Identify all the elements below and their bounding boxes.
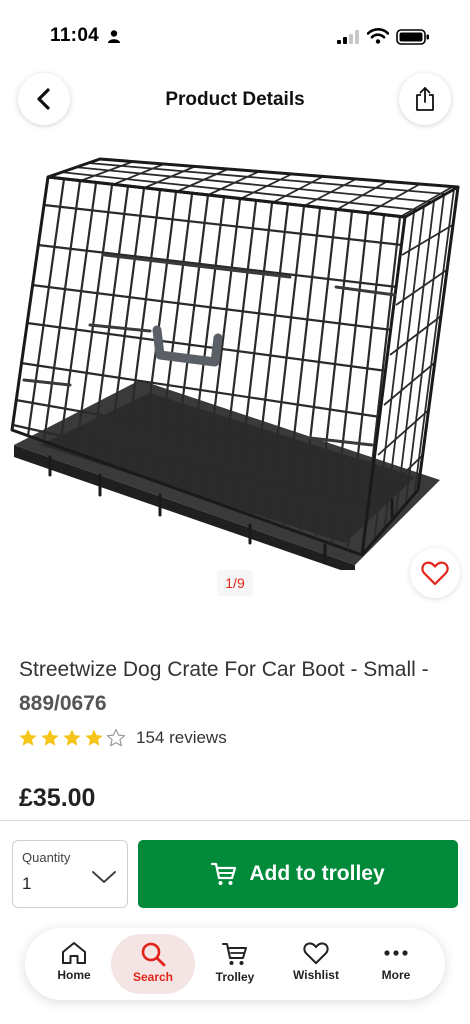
quantity-value: 1 xyxy=(22,874,32,893)
nav-home[interactable]: Home xyxy=(32,934,116,994)
rating[interactable]: 154 reviews xyxy=(18,727,227,749)
star-filled-icon xyxy=(63,729,81,746)
bottom-nav: Home Search Trolley Wishlist More xyxy=(25,928,445,1000)
nav-more[interactable]: More xyxy=(354,934,438,994)
star-rating xyxy=(18,728,126,748)
review-count[interactable]: 154 reviews xyxy=(136,728,227,748)
product-title-separator: - xyxy=(415,658,429,681)
star-filled-icon xyxy=(19,729,37,746)
chevron-down-icon xyxy=(92,871,116,883)
add-to-trolley-button[interactable]: Add to trolley xyxy=(138,840,458,908)
share-button[interactable] xyxy=(399,73,451,125)
battery-icon xyxy=(396,29,429,45)
star-filled-icon xyxy=(85,729,103,746)
product-code: 889/0676 xyxy=(19,692,107,715)
nav-search[interactable]: Search xyxy=(111,934,195,994)
heart-icon xyxy=(421,561,449,586)
add-to-wishlist-button[interactable] xyxy=(410,548,460,598)
nav-more-label: More xyxy=(381,968,411,982)
header: Product Details xyxy=(0,70,470,130)
quantity-label: Quantity xyxy=(22,850,71,865)
quantity-select[interactable]: Quantity 1 xyxy=(12,840,128,908)
person-icon xyxy=(108,30,120,43)
price: £35.00 xyxy=(19,784,96,812)
product-name: Streetwize Dog Crate For Car Boot - Smal… xyxy=(19,658,416,681)
nav-home-label: Home xyxy=(57,968,91,982)
more-icon xyxy=(384,950,408,956)
home-icon xyxy=(62,942,86,964)
divider xyxy=(0,820,470,821)
share-icon xyxy=(416,87,434,111)
nav-wishlist[interactable]: Wishlist xyxy=(274,934,358,994)
heart-icon xyxy=(303,942,329,965)
status-bar: 11:04 xyxy=(0,0,470,64)
image-counter: 1/9 xyxy=(217,570,253,596)
nav-trolley-label: Trolley xyxy=(215,970,255,984)
star-filled-icon xyxy=(41,729,59,746)
status-time: 11:04 xyxy=(50,25,100,46)
nav-trolley[interactable]: Trolley xyxy=(193,934,277,994)
signal-icon xyxy=(337,30,359,44)
add-to-trolley-label: Add to trolley xyxy=(249,862,385,885)
product-title: Streetwize Dog Crate For Car Boot - Smal… xyxy=(19,653,439,721)
trolley-icon xyxy=(211,862,237,885)
star-empty-icon xyxy=(106,728,126,747)
nav-wishlist-label: Wishlist xyxy=(293,968,339,982)
trolley-icon xyxy=(222,943,247,965)
wifi-icon xyxy=(367,28,389,44)
nav-search-label: Search xyxy=(132,970,174,984)
search-icon xyxy=(141,942,166,967)
product-image[interactable] xyxy=(0,145,470,570)
